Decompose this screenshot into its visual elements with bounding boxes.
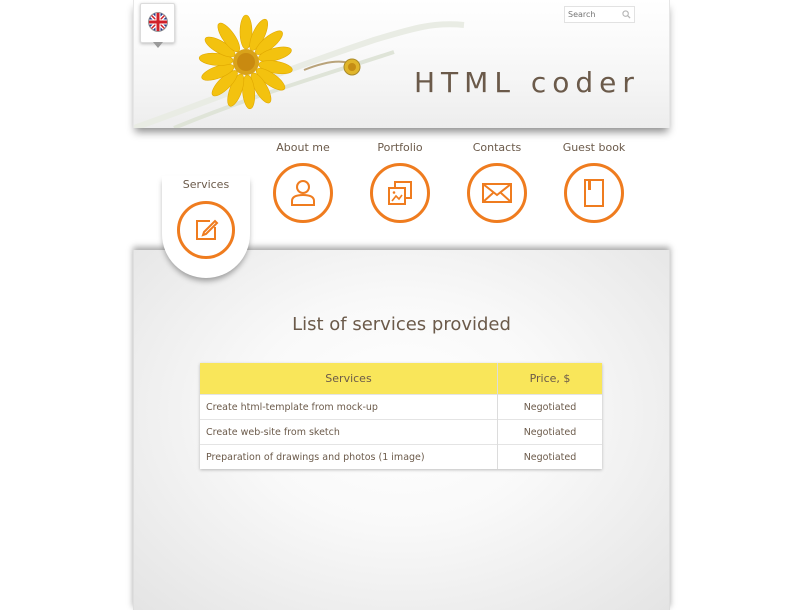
column-header-price: Price, $	[497, 363, 602, 395]
nav-item-guestbook[interactable]: Guest book	[554, 141, 634, 225]
nav-label: About me	[276, 141, 330, 154]
table-header-row: Services Price, $	[200, 363, 602, 395]
envelope-icon	[482, 183, 512, 203]
service-name-cell: Preparation of drawings and photos (1 im…	[200, 444, 498, 469]
nav-label: Portfolio	[377, 141, 423, 154]
services-table: Services Price, $ Create html-template f…	[200, 363, 602, 469]
nav-circle[interactable]	[564, 163, 624, 223]
book-icon	[584, 179, 604, 207]
search-box[interactable]	[564, 6, 635, 23]
search-icon[interactable]	[622, 10, 631, 19]
column-header-services: Services	[200, 363, 498, 395]
service-price-cell: Negotiated	[497, 419, 602, 445]
uk-flag-icon	[148, 12, 168, 32]
table-row: Preparation of drawings and photos (1 im…	[200, 444, 602, 469]
nav-item-about[interactable]: About me	[263, 141, 343, 225]
nav-item-portfolio[interactable]: Portfolio	[360, 141, 440, 225]
search-input[interactable]	[568, 8, 618, 21]
nav-label: Services	[182, 178, 230, 191]
table-row: Create web-site from sketch Negotiated	[200, 419, 602, 445]
nav-circle[interactable]	[370, 163, 430, 223]
gallery-icon	[388, 181, 412, 205]
service-name-cell: Create web-site from sketch	[200, 419, 498, 445]
nav-circle[interactable]	[467, 163, 527, 223]
nav-item-services[interactable]: Services	[162, 178, 250, 278]
user-icon	[291, 180, 315, 206]
table-row: Create html-template from mock-up Negoti…	[200, 394, 602, 420]
service-price-cell: Negotiated	[497, 444, 602, 469]
main-content: List of services provided Services Price…	[133, 250, 670, 610]
service-price-cell: Negotiated	[497, 394, 602, 420]
nav-circle[interactable]	[177, 201, 235, 259]
page-title: List of services provided	[292, 314, 511, 335]
nav-circle[interactable]	[273, 163, 333, 223]
nav-item-contacts[interactable]: Contacts	[457, 141, 537, 225]
service-name-cell: Create html-template from mock-up	[200, 394, 498, 420]
site-logo[interactable]: HTML coder	[414, 66, 640, 99]
nav-label: Guest book	[562, 141, 626, 154]
language-switcher[interactable]	[140, 3, 175, 48]
edit-icon	[196, 219, 219, 240]
nav-label: Contacts	[472, 141, 522, 154]
